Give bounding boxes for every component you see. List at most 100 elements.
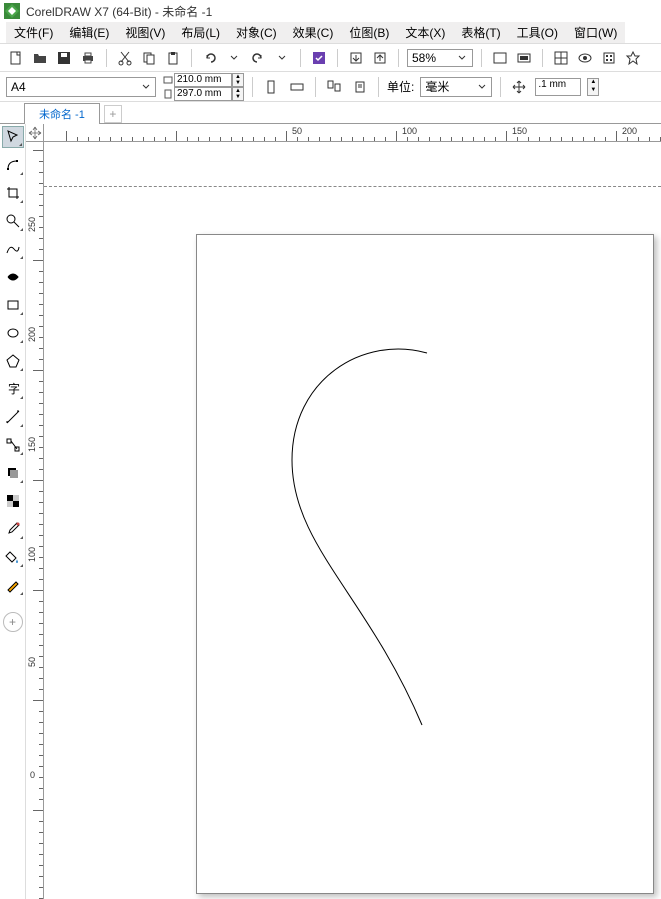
- fill-tool[interactable]: [2, 546, 24, 568]
- redo-dropdown[interactable]: [272, 48, 292, 68]
- dimension-tool[interactable]: [2, 406, 24, 428]
- vruler-label: 250: [27, 217, 37, 232]
- expand-toolbox-button[interactable]: +: [3, 612, 23, 632]
- paste-button[interactable]: [163, 48, 183, 68]
- drawing-surface[interactable]: [44, 142, 661, 899]
- width-spinner[interactable]: ▲▼: [232, 73, 244, 87]
- drop-shadow-tool[interactable]: [2, 462, 24, 484]
- polygon-tool[interactable]: [2, 350, 24, 372]
- show-button[interactable]: [575, 48, 595, 68]
- snap-button[interactable]: [551, 48, 571, 68]
- shape-tool[interactable]: [2, 154, 24, 176]
- zoom-tool[interactable]: [2, 210, 24, 232]
- menu-layout[interactable]: 布局(L): [173, 22, 228, 43]
- page-width-input[interactable]: 210.0 mm: [174, 73, 232, 87]
- horizontal-ruler[interactable]: 50 100 150 200: [44, 124, 661, 142]
- menu-table[interactable]: 表格(T): [453, 22, 508, 43]
- height-spinner[interactable]: ▲▼: [232, 87, 244, 101]
- fullscreen-button[interactable]: [490, 48, 510, 68]
- nudge-input[interactable]: .1 mm: [535, 78, 581, 96]
- cut-button[interactable]: [115, 48, 135, 68]
- pick-tool[interactable]: [2, 126, 24, 148]
- page-size-combo[interactable]: A4: [6, 77, 156, 97]
- separator: [378, 77, 379, 97]
- vruler-label: 100: [27, 547, 37, 562]
- nudge-spinner[interactable]: ▲▼: [587, 78, 599, 96]
- options-button[interactable]: [599, 48, 619, 68]
- print-button[interactable]: [78, 48, 98, 68]
- menu-window[interactable]: 窗口(W): [566, 22, 625, 43]
- menu-file[interactable]: 文件(F): [6, 22, 61, 43]
- vruler-label: 150: [27, 437, 37, 452]
- nudge-icon: [509, 77, 529, 97]
- eyedropper-tool[interactable]: [2, 518, 24, 540]
- page-dimensions: 210.0 mm ▲▼ 297.0 mm ▲▼: [162, 73, 244, 101]
- width-icon: [162, 74, 174, 86]
- search-button[interactable]: [309, 48, 329, 68]
- portrait-button[interactable]: [261, 77, 281, 97]
- canvas-area: 50 100 150 200 250 200 150 100 50 0: [26, 124, 661, 899]
- page-size-value: A4: [11, 80, 26, 94]
- unit-combo[interactable]: 毫米: [420, 77, 492, 97]
- export-button[interactable]: [370, 48, 390, 68]
- horizontal-guide[interactable]: [44, 186, 661, 187]
- separator: [542, 49, 543, 67]
- page-height-input[interactable]: 297.0 mm: [174, 87, 232, 101]
- import-button[interactable]: [346, 48, 366, 68]
- title-bar: CorelDRAW X7 (64-Bit) - 未命名 -1: [0, 0, 661, 22]
- rectangle-tool[interactable]: [2, 294, 24, 316]
- page[interactable]: [196, 234, 654, 894]
- standard-toolbar: 58%: [0, 44, 661, 72]
- connector-tool[interactable]: [2, 434, 24, 456]
- document-tab[interactable]: 未命名 -1: [24, 103, 100, 124]
- app-logo-icon: [4, 3, 20, 19]
- menu-tools[interactable]: 工具(O): [509, 22, 566, 43]
- height-icon: [162, 88, 174, 100]
- toolbox: 字 +: [0, 124, 26, 899]
- preview-button[interactable]: [514, 48, 534, 68]
- text-tool[interactable]: 字: [2, 378, 24, 400]
- freehand-tool[interactable]: [2, 238, 24, 260]
- current-page-button[interactable]: [350, 77, 370, 97]
- landscape-button[interactable]: [287, 77, 307, 97]
- hruler-label: 50: [292, 126, 302, 136]
- hruler-label: 100: [402, 126, 417, 136]
- ruler-origin[interactable]: [26, 124, 44, 142]
- new-button[interactable]: [6, 48, 26, 68]
- save-button[interactable]: [54, 48, 74, 68]
- undo-dropdown[interactable]: [224, 48, 244, 68]
- all-pages-button[interactable]: [324, 77, 344, 97]
- separator: [191, 49, 192, 67]
- copy-button[interactable]: [139, 48, 159, 68]
- ellipse-tool[interactable]: [2, 322, 24, 344]
- open-button[interactable]: [30, 48, 50, 68]
- vertical-ruler[interactable]: 250 200 150 100 50 0: [26, 142, 44, 899]
- menu-effects[interactable]: 效果(C): [285, 22, 342, 43]
- vruler-label: 50: [27, 657, 37, 667]
- crop-tool[interactable]: [2, 182, 24, 204]
- drawing-content: [197, 235, 655, 895]
- unit-label: 单位:: [387, 78, 414, 95]
- transparency-tool[interactable]: [2, 490, 24, 512]
- separator: [315, 77, 316, 97]
- window-title: CorelDRAW X7 (64-Bit) - 未命名 -1: [26, 3, 212, 20]
- menu-bitmap[interactable]: 位图(B): [341, 22, 397, 43]
- unit-value: 毫米: [425, 78, 449, 95]
- vruler-label: 0: [30, 770, 35, 780]
- outline-tool[interactable]: [2, 574, 24, 596]
- separator: [300, 49, 301, 67]
- menu-bar[interactable]: 文件(F) 编辑(E) 视图(V) 布局(L) 对象(C) 效果(C) 位图(B…: [0, 22, 661, 44]
- separator: [337, 49, 338, 67]
- launch-button[interactable]: [623, 48, 643, 68]
- undo-button[interactable]: [200, 48, 220, 68]
- menu-text[interactable]: 文本(X): [397, 22, 453, 43]
- menu-edit[interactable]: 编辑(E): [61, 22, 117, 43]
- artistic-media-tool[interactable]: [2, 266, 24, 288]
- vruler-label: 200: [27, 327, 37, 342]
- separator: [252, 77, 253, 97]
- zoom-combo[interactable]: 58%: [407, 49, 473, 67]
- add-tab-button[interactable]: +: [104, 105, 122, 123]
- menu-view[interactable]: 视图(V): [117, 22, 173, 43]
- redo-button[interactable]: [248, 48, 268, 68]
- menu-object[interactable]: 对象(C): [228, 22, 285, 43]
